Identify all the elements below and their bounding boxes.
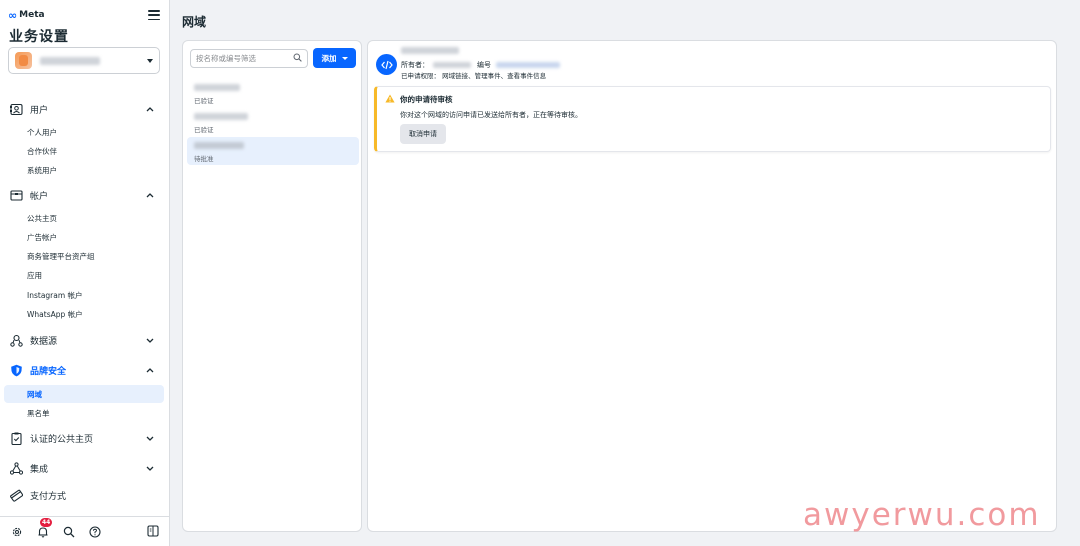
sidebar-item-domains[interactable]: 网域 <box>4 385 164 403</box>
chevron-down-icon <box>341 56 348 60</box>
domain-status: 已验证 <box>194 97 214 105</box>
page-title: 网域 <box>182 15 207 29</box>
nav-group-data-sources-label: 数据源 <box>30 336 58 347</box>
domain-status: 已验证 <box>194 126 214 134</box>
nav-group-brand-safety[interactable]: 品牌安全 <box>4 361 162 379</box>
nav-group-verified-pages-label: 认证的公共主页 <box>30 434 94 445</box>
help-icon[interactable] <box>88 525 101 538</box>
sidebar-item-business-asset-groups[interactable]: 商务管理平台资产组 <box>4 247 164 265</box>
toggle-panel-icon[interactable] <box>146 524 159 537</box>
owner-name-redacted <box>433 62 471 68</box>
sidebar-item-block-lists[interactable]: 黑名单 <box>4 404 164 422</box>
chevron-up-icon <box>146 105 154 113</box>
search-icon <box>293 53 302 65</box>
pending-request-notice: 你的申请待审核 你对这个网域的访问申请已发送给所有者，正在等待审核。 取消申请 <box>374 86 1051 152</box>
sidebar-item-partners[interactable]: 合作伙伴 <box>4 142 164 160</box>
nav-group-accounts[interactable]: 帐户 <box>4 186 162 204</box>
meta-brand-label: Meta <box>19 10 45 20</box>
nav-group-users-label: 用户 <box>30 105 49 116</box>
business-account-selector[interactable] <box>8 47 160 74</box>
clipboard-check-icon <box>9 431 23 445</box>
chevron-up-icon <box>146 191 154 199</box>
business-name-redacted <box>40 56 100 65</box>
domain-name-redacted <box>401 47 459 54</box>
add-domain-button[interactable]: 添加 <box>313 48 356 68</box>
nav-group-payment-methods[interactable]: 支付方式 <box>4 486 162 504</box>
search-icon[interactable] <box>62 525 75 538</box>
credit-card-icon <box>9 488 23 502</box>
id-label: 编号 <box>477 61 491 69</box>
notice-body: 你对这个网域的访问申请已发送给所有者，正在等待审核。 <box>400 111 582 119</box>
nav-group-accounts-label: 帐户 <box>30 191 49 202</box>
briefcase-icon <box>9 188 23 202</box>
sidebar-item-whatsapp-accounts[interactable]: WhatsApp 帐户 <box>4 305 164 323</box>
nav-group-integrations-label: 集成 <box>30 464 49 475</box>
domain-name-redacted <box>194 113 248 120</box>
domain-list-item[interactable]: 已验证 <box>187 79 359 107</box>
sidebar-item-pages[interactable]: 公共主页 <box>4 209 164 227</box>
domain-detail-panel: 所有者： 编号 已申请权限： 网域链接、管理事件、查看事件信息 你的申请待审核 … <box>367 40 1057 532</box>
code-icon <box>376 54 397 75</box>
meta-logo: ∞ Meta <box>8 9 45 22</box>
domain-list-item-selected[interactable]: 待批准 <box>187 137 359 165</box>
shield-icon <box>9 363 23 377</box>
nav-group-data-sources[interactable]: 数据源 <box>4 331 162 349</box>
watermark: awyerwu.com <box>803 497 1041 533</box>
domain-list-panel: 添加 已验证 已验证 待批准 <box>182 40 362 532</box>
domain-list-item[interactable]: 已验证 <box>187 108 359 136</box>
nav-group-integrations[interactable]: 集成 <box>4 459 162 477</box>
sidebar-header: ∞ Meta <box>8 8 160 22</box>
requested-permissions: 已申请权限： 网域链接、管理事件、查看事件信息 <box>401 72 547 80</box>
domain-status: 待批准 <box>194 155 214 163</box>
meta-infinity-icon: ∞ <box>8 8 18 22</box>
chevron-up-icon <box>146 366 154 374</box>
sidebar-item-system-users[interactable]: 系统用户 <box>4 161 164 179</box>
notifications-bell-icon[interactable]: 44 <box>36 518 53 538</box>
sidebar-item-ad-accounts[interactable]: 广告帐户 <box>4 228 164 246</box>
add-domain-button-label: 添加 <box>321 53 337 63</box>
menu-icon[interactable] <box>148 10 160 20</box>
sidebar-footer: 44 <box>0 516 170 546</box>
domain-id-redacted <box>496 62 560 68</box>
users-icon <box>9 102 23 116</box>
chevron-down-icon <box>146 434 154 442</box>
notification-count-badge: 44 <box>40 518 53 527</box>
chevron-down-icon <box>146 464 154 472</box>
owner-line: 所有者： 编号 <box>401 60 560 70</box>
owner-label: 所有者： <box>401 61 429 69</box>
notice-title: 你的申请待审核 <box>385 94 453 105</box>
cancel-request-button[interactable]: 取消申请 <box>400 124 446 144</box>
nav-group-users[interactable]: 用户 <box>4 100 162 118</box>
domain-name-redacted <box>194 84 240 91</box>
nav-group-brand-safety-label: 品牌安全 <box>30 366 67 377</box>
domain-search-input[interactable] <box>196 54 291 63</box>
warning-icon <box>385 94 395 105</box>
settings-gear-icon[interactable] <box>10 525 23 538</box>
sidebar-item-instagram-accounts[interactable]: Instagram 帐户 <box>4 286 164 304</box>
chevron-down-icon <box>146 336 154 344</box>
nav-group-payment-methods-label: 支付方式 <box>30 491 67 502</box>
nav-group-verified-pages[interactable]: 认证的公共主页 <box>4 429 162 447</box>
domain-search-field[interactable] <box>190 49 308 68</box>
business-avatar <box>15 52 32 69</box>
integrations-icon <box>9 461 23 475</box>
domain-name-redacted <box>194 142 244 149</box>
sidebar: ∞ Meta 业务设置 用户 个人用户 合作伙伴 系统用户 帐户 公共主页 广告… <box>0 0 170 546</box>
chevron-down-icon <box>147 58 153 63</box>
data-sources-icon <box>9 333 23 347</box>
sidebar-item-people[interactable]: 个人用户 <box>4 123 164 141</box>
sidebar-item-apps[interactable]: 应用 <box>4 266 164 284</box>
business-settings-title: 业务设置 <box>9 29 69 45</box>
notice-title-text: 你的申请待审核 <box>400 95 453 104</box>
